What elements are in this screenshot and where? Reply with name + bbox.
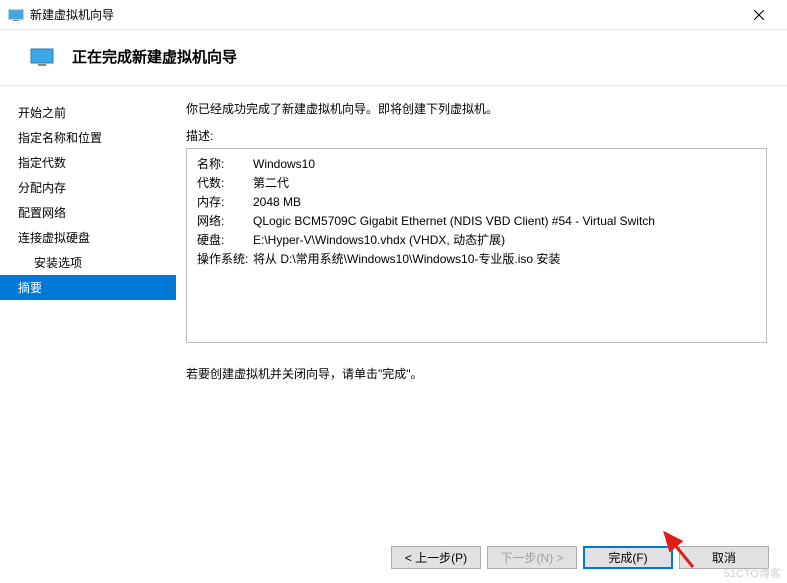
- desc-row: 代数:第二代: [197, 174, 756, 193]
- sidebar-item-1[interactable]: 指定名称和位置: [0, 125, 176, 150]
- desc-row: 内存:2048 MB: [197, 193, 756, 212]
- sidebar-item-5[interactable]: 连接虚拟硬盘: [0, 225, 176, 250]
- titlebar: 新建虚拟机向导: [0, 0, 787, 30]
- finish-button[interactable]: 完成(F): [583, 546, 673, 569]
- wizard-header: 正在完成新建虚拟机向导: [0, 30, 787, 86]
- previous-button[interactable]: < 上一步(P): [391, 546, 481, 569]
- cancel-button[interactable]: 取消: [679, 546, 769, 569]
- app-icon: [8, 7, 24, 23]
- summary-intro: 你已经成功完成了新建虚拟机向导。即将创建下列虚拟机。: [186, 100, 767, 117]
- window-title: 新建虚拟机向导: [30, 6, 739, 23]
- wizard-icon: [30, 47, 54, 67]
- desc-value: Windows10: [253, 155, 756, 174]
- description-label: 描述:: [186, 127, 767, 144]
- sidebar-item-4[interactable]: 配置网络: [0, 200, 176, 225]
- desc-key: 硬盘:: [197, 231, 253, 250]
- desc-row: 名称:Windows10: [197, 155, 756, 174]
- sidebar-item-7[interactable]: 摘要: [0, 275, 176, 300]
- desc-value: 将从 D:\常用系统\Windows10\Windows10-专业版.iso 安…: [253, 250, 756, 269]
- desc-value: 第二代: [253, 174, 756, 193]
- desc-key: 网络:: [197, 212, 253, 231]
- desc-key: 内存:: [197, 193, 253, 212]
- wizard-heading: 正在完成新建虚拟机向导: [72, 46, 237, 67]
- sidebar-item-6[interactable]: 安装选项: [0, 250, 176, 275]
- desc-key: 名称:: [197, 155, 253, 174]
- desc-value: E:\Hyper-V\Windows10.vhdx (VHDX, 动态扩展): [253, 231, 756, 250]
- sidebar-item-2[interactable]: 指定代数: [0, 150, 176, 175]
- desc-row: 网络:QLogic BCM5709C Gigabit Ethernet (NDI…: [197, 212, 756, 231]
- desc-value: QLogic BCM5709C Gigabit Ethernet (NDIS V…: [253, 212, 756, 231]
- sidebar-item-0[interactable]: 开始之前: [0, 100, 176, 125]
- close-button[interactable]: [739, 1, 779, 29]
- wizard-body: 开始之前指定名称和位置指定代数分配内存配置网络连接虚拟硬盘安装选项摘要 你已经成…: [0, 86, 787, 546]
- desc-key: 代数:: [197, 174, 253, 193]
- desc-row: 操作系统:将从 D:\常用系统\Windows10\Windows10-专业版.…: [197, 250, 756, 269]
- desc-key: 操作系统:: [197, 250, 253, 269]
- wizard-main: 你已经成功完成了新建虚拟机向导。即将创建下列虚拟机。 描述: 名称:Window…: [176, 86, 787, 546]
- desc-value: 2048 MB: [253, 193, 756, 212]
- description-box: 名称:Windows10代数:第二代内存:2048 MB网络:QLogic BC…: [186, 148, 767, 343]
- desc-row: 硬盘:E:\Hyper-V\Windows10.vhdx (VHDX, 动态扩展…: [197, 231, 756, 250]
- wizard-sidebar: 开始之前指定名称和位置指定代数分配内存配置网络连接虚拟硬盘安装选项摘要: [0, 86, 176, 546]
- finish-hint: 若要创建虚拟机并关闭向导，请单击"完成"。: [186, 365, 767, 382]
- next-button: 下一步(N) >: [487, 546, 577, 569]
- button-bar: < 上一步(P) 下一步(N) > 完成(F) 取消: [391, 546, 769, 569]
- sidebar-item-3[interactable]: 分配内存: [0, 175, 176, 200]
